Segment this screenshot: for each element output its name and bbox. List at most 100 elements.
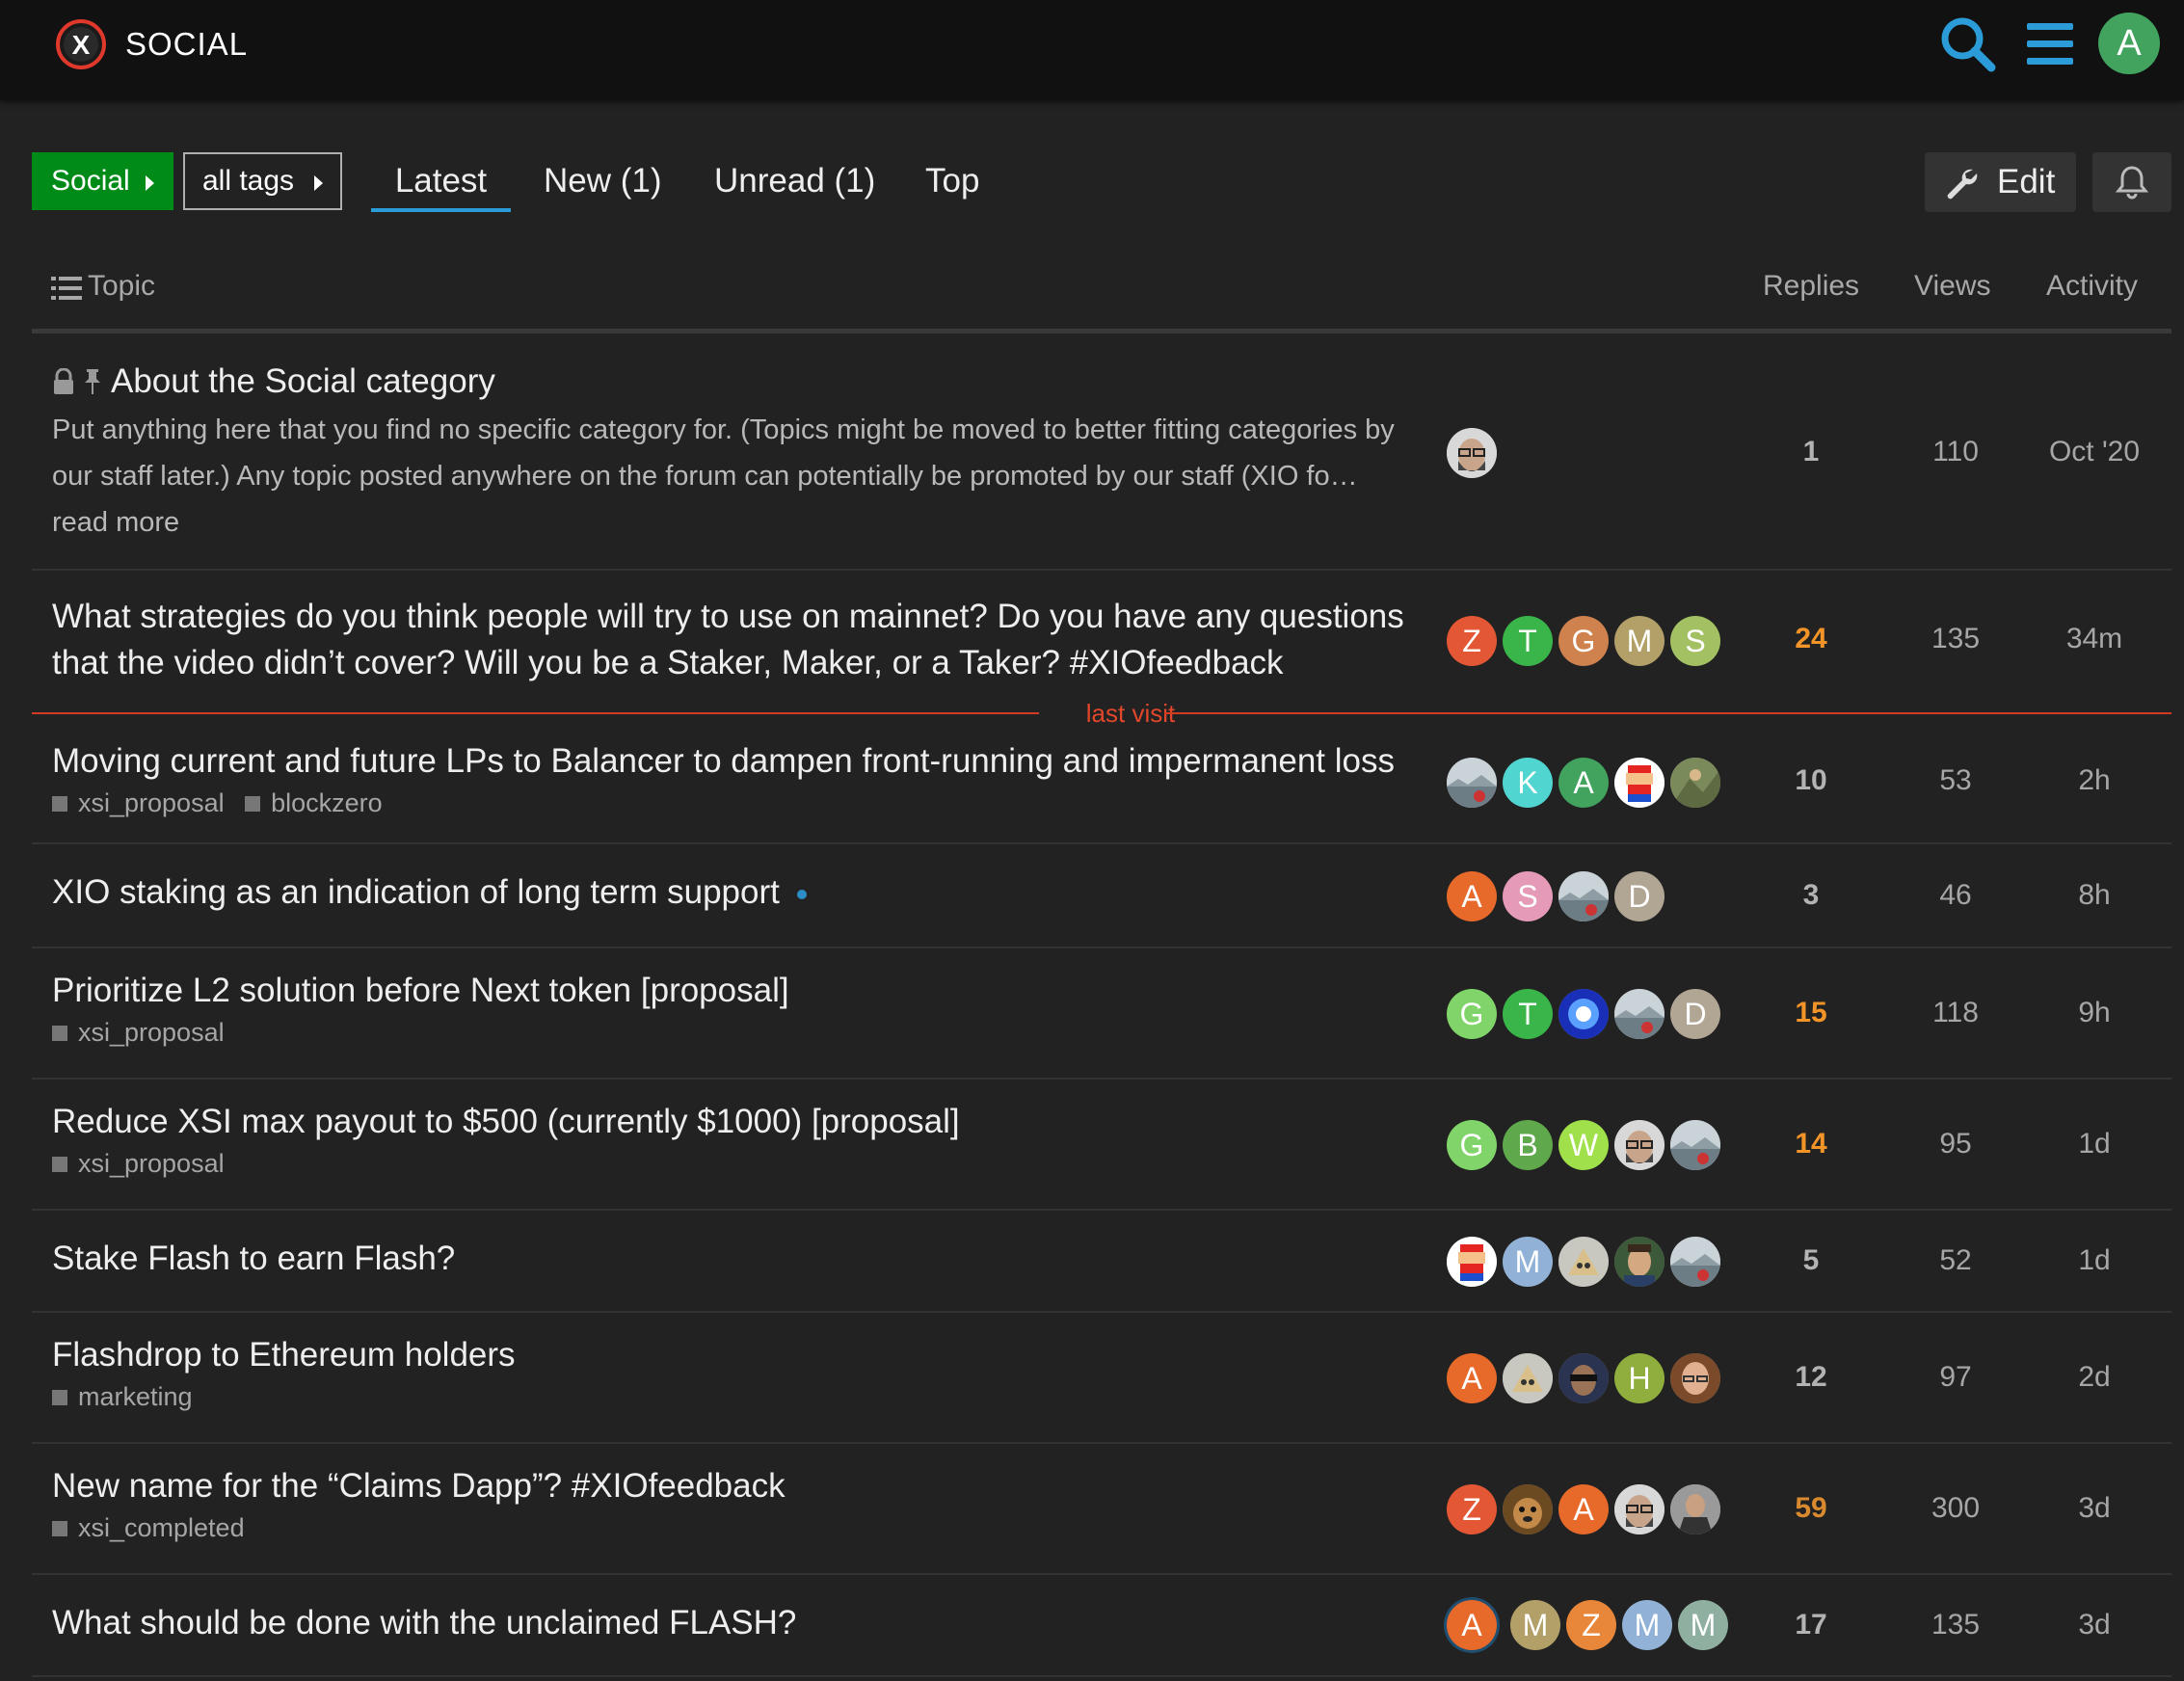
blue-swirl-avatar[interactable] — [1558, 989, 1609, 1039]
pixel-mario-avatar[interactable] — [1447, 1237, 1497, 1287]
user-avatar[interactable]: M — [1678, 1600, 1728, 1650]
tag[interactable]: blockzero — [245, 788, 383, 818]
edit-category-button[interactable]: Edit — [1925, 152, 2076, 212]
activity-time[interactable]: 2d — [2037, 1361, 2152, 1394]
landscape-avatar[interactable] — [1670, 1237, 1720, 1287]
topic-row[interactable]: Stake Flash to earn Flash? M 5 52 1d — [32, 1213, 2171, 1313]
user-avatar[interactable]: M — [1622, 1600, 1672, 1650]
suit-man-avatar[interactable] — [1670, 1484, 1720, 1534]
user-avatar[interactable]: S — [1503, 871, 1553, 921]
topic-title[interactable]: New name for the “Claims Dapp”? #XIOfeed… — [52, 1463, 786, 1509]
user-avatar[interactable]: K — [1503, 758, 1553, 808]
user-avatar[interactable]: G — [1447, 1120, 1497, 1170]
notification-level-button[interactable] — [2092, 152, 2171, 212]
site-title[interactable]: SOCIAL — [125, 23, 248, 66]
hamburger-menu-icon[interactable] — [2019, 13, 2081, 75]
user-avatar[interactable]: G — [1447, 989, 1497, 1039]
tag[interactable]: xsi_completed — [52, 1513, 245, 1543]
landscape-avatar[interactable] — [1558, 871, 1609, 921]
user-avatar[interactable]: T — [1503, 616, 1553, 666]
user-avatar[interactable]: S — [1670, 616, 1720, 666]
tab-top[interactable]: Top — [925, 154, 979, 212]
activity-time[interactable]: 34m — [2037, 623, 2152, 655]
landscape-avatar[interactable] — [1447, 758, 1497, 808]
glasses-beard-avatar[interactable] — [1614, 1484, 1665, 1534]
topic-row[interactable]: What should be done with the unclaimed F… — [32, 1577, 2171, 1677]
activity-time[interactable]: 3d — [2037, 1609, 2152, 1641]
tab-latest[interactable]: Latest — [371, 154, 511, 212]
user-avatar[interactable]: A — [1447, 1353, 1497, 1403]
topic-row[interactable]: New name for the “Claims Dapp”? #XIOfeed… — [32, 1446, 2171, 1575]
pixel-mario-avatar[interactable] — [1614, 758, 1665, 808]
topic-title[interactable]: Moving current and future LPs to Balance… — [52, 738, 1395, 785]
current-user-avatar[interactable]: A — [2098, 13, 2160, 74]
topic-row[interactable]: About the Social category Put anything h… — [32, 337, 2171, 571]
activity-time[interactable]: 1d — [2037, 1244, 2152, 1277]
topic-title[interactable]: Flashdrop to Ethereum holders — [52, 1332, 516, 1378]
topic-row[interactable]: Flashdrop to Ethereum holders marketing … — [32, 1315, 2171, 1444]
user-avatar[interactable]: G — [1558, 616, 1609, 666]
column-topic[interactable]: Topic — [88, 270, 155, 303]
topic-row[interactable]: Prioritize L2 solution before Next token… — [32, 950, 2171, 1080]
activity-time[interactable]: 8h — [2037, 879, 2152, 912]
tag[interactable]: marketing — [52, 1382, 193, 1412]
column-replies[interactable]: Replies — [1763, 270, 1859, 303]
user-avatar[interactable]: A — [1447, 871, 1497, 921]
topic-title[interactable]: About the Social category — [111, 359, 495, 405]
site-logo-icon[interactable]: X — [54, 17, 108, 71]
tag[interactable]: xsi_proposal — [52, 1149, 225, 1179]
tags-dropdown[interactable]: all tags — [183, 152, 342, 210]
activity-time[interactable]: 2h — [2037, 764, 2152, 797]
topic-title[interactable]: Stake Flash to earn Flash? — [52, 1236, 455, 1282]
topic-title[interactable]: What should be done with the unclaimed F… — [52, 1600, 796, 1646]
cartoon-avatar[interactable] — [1503, 1353, 1553, 1403]
user-avatar[interactable]: H — [1614, 1353, 1665, 1403]
tab-unread[interactable]: Unread (1) — [714, 154, 875, 212]
sunglasses-avatar[interactable] — [1558, 1353, 1609, 1403]
landscape-avatar[interactable] — [1614, 989, 1665, 1039]
activity-time[interactable]: Oct '20 — [2037, 436, 2152, 468]
user-avatar[interactable]: T — [1503, 989, 1553, 1039]
user-avatar[interactable]: Z — [1566, 1600, 1616, 1650]
user-avatar[interactable]: M — [1614, 616, 1665, 666]
topic-row[interactable]: Moving current and future LPs to Balance… — [32, 725, 2171, 844]
rock-climber-avatar[interactable] — [1670, 758, 1720, 808]
user-avatar[interactable]: M — [1503, 1237, 1553, 1287]
glasses-beard-avatar[interactable] — [1614, 1120, 1665, 1170]
tag[interactable]: xsi_proposal — [52, 788, 225, 818]
landscape-avatar[interactable] — [1670, 1120, 1720, 1170]
topic-title[interactable]: Reduce XSI max payout to $500 (currently… — [52, 1099, 960, 1145]
user-avatar[interactable]: W — [1558, 1120, 1609, 1170]
user-avatar[interactable]: Z — [1447, 616, 1497, 666]
man-portrait-avatar[interactable] — [1614, 1237, 1665, 1287]
column-views[interactable]: Views — [1914, 270, 1990, 303]
activity-time[interactable]: 9h — [2037, 997, 2152, 1029]
topic-row[interactable]: Reduce XSI max payout to $500 (currently… — [32, 1081, 2171, 1211]
dog-avatar[interactable] — [1503, 1484, 1553, 1534]
user-avatar[interactable]: D — [1614, 871, 1665, 921]
user-avatar[interactable]: A — [1558, 1484, 1609, 1534]
topic-row[interactable]: What strategies do you think people will… — [32, 573, 2171, 700]
topic-title[interactable]: What strategies do you think people will… — [52, 594, 1421, 686]
search-icon[interactable] — [1937, 13, 1999, 75]
topic-tags: xsi_proposal — [52, 1018, 238, 1048]
cartoon-avatar[interactable] — [1558, 1237, 1609, 1287]
category-dropdown[interactable]: Social — [32, 152, 173, 210]
bald-man-avatar[interactable] — [1670, 1353, 1720, 1403]
column-activity[interactable]: Activity — [2046, 270, 2138, 303]
user-avatar[interactable]: B — [1503, 1120, 1553, 1170]
user-avatar[interactable]: A — [1447, 1600, 1497, 1650]
topic-row[interactable]: XIO staking as an indication of long ter… — [32, 846, 2171, 948]
activity-time[interactable]: 3d — [2037, 1492, 2152, 1525]
user-avatar[interactable]: A — [1558, 758, 1609, 808]
user-avatar[interactable]: D — [1670, 989, 1720, 1039]
topic-title[interactable]: Prioritize L2 solution before Next token… — [52, 968, 789, 1014]
tag[interactable]: xsi_proposal — [52, 1018, 225, 1048]
glasses-beard-avatar[interactable] — [1447, 428, 1497, 478]
category-dropdown-label: Social — [51, 165, 130, 197]
user-avatar[interactable]: Z — [1447, 1484, 1497, 1534]
tab-new[interactable]: New (1) — [544, 154, 662, 212]
activity-time[interactable]: 1d — [2037, 1128, 2152, 1161]
topic-title[interactable]: XIO staking as an indication of long ter… — [52, 869, 807, 916]
user-avatar[interactable]: M — [1510, 1600, 1560, 1650]
